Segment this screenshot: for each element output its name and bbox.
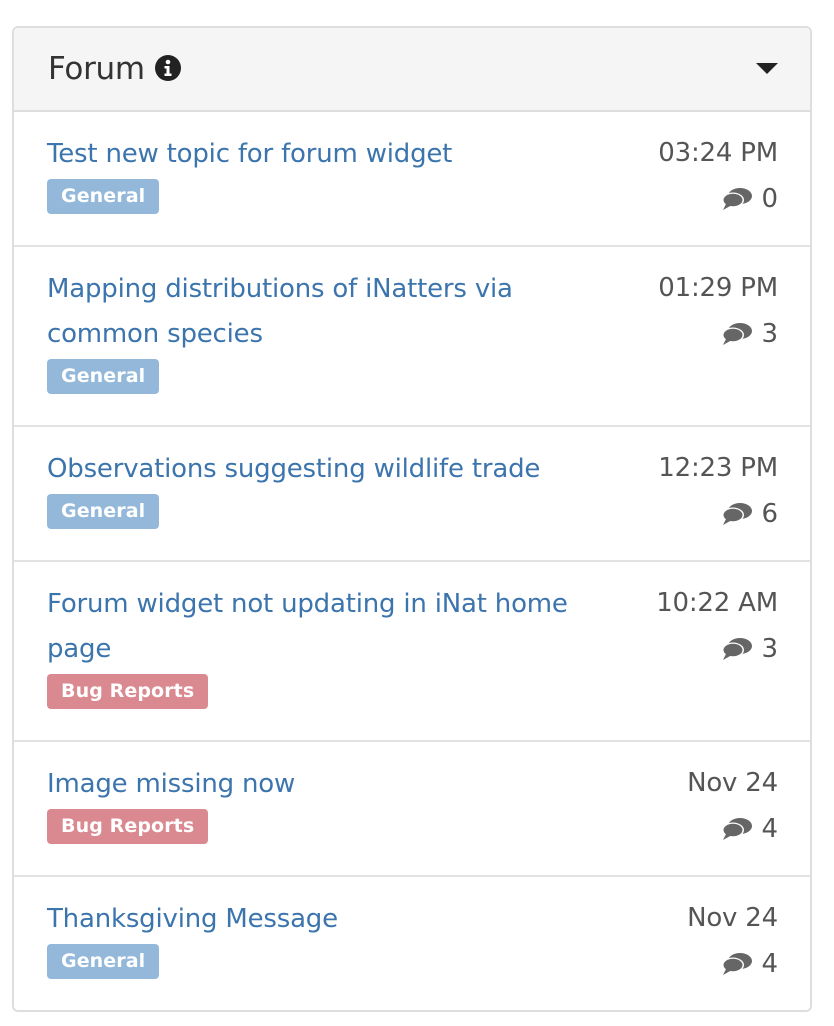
topic-row: Forum widget not updating in iNat home p… — [14, 562, 810, 742]
category-badge[interactable]: General — [47, 944, 160, 979]
reply-count: 0 — [658, 182, 778, 216]
topic-title-link[interactable]: Forum widget not updating in iNat home p… — [47, 582, 607, 672]
topic-meta: 03:24 PM 0 — [658, 136, 778, 216]
topic-meta: 10:22 AM 3 — [656, 586, 778, 666]
reply-count: 4 — [687, 947, 778, 981]
topic-row: Test new topic for forum widget General … — [14, 112, 810, 247]
topic-list: Test new topic for forum widget General … — [14, 112, 810, 1010]
reply-count-value: 6 — [761, 499, 778, 529]
comments-icon — [722, 818, 753, 840]
reply-count-value: 4 — [761, 814, 778, 844]
category-badge[interactable]: General — [47, 359, 160, 394]
widget-title: Forum — [48, 51, 145, 87]
reply-count: 6 — [658, 497, 778, 531]
reply-count-value: 4 — [761, 949, 778, 979]
collapse-toggle-icon[interactable] — [756, 63, 778, 74]
reply-count-value: 3 — [761, 319, 778, 349]
comments-icon — [722, 953, 753, 975]
topic-meta: Nov 24 4 — [687, 766, 778, 846]
reply-count: 4 — [687, 812, 778, 846]
topic-time: 03:24 PM — [658, 138, 778, 168]
topic-time: Nov 24 — [687, 768, 778, 798]
topic-meta: Nov 24 4 — [687, 901, 778, 981]
category-badge[interactable]: Bug Reports — [47, 809, 209, 844]
topic-meta: 01:29 PM 3 — [658, 271, 778, 351]
comments-icon — [722, 503, 753, 525]
topic-row: Image missing now Bug Reports Nov 24 4 — [14, 742, 810, 877]
reply-count-value: 0 — [761, 184, 778, 214]
forum-widget: Forum Test new topic for forum widget Ge… — [12, 26, 812, 1012]
category-badge[interactable]: General — [47, 494, 160, 529]
topic-title-link[interactable]: Test new topic for forum widget — [47, 132, 607, 177]
topic-time: 12:23 PM — [658, 453, 778, 483]
category-badge[interactable]: Bug Reports — [47, 674, 209, 709]
reply-count-value: 3 — [761, 634, 778, 664]
forum-widget-header[interactable]: Forum — [14, 28, 810, 112]
comments-icon — [722, 638, 753, 660]
topic-time: 10:22 AM — [656, 588, 778, 618]
topic-row: Mapping distributions of iNatters via co… — [14, 247, 810, 427]
topic-row: Observations suggesting wildlife trade G… — [14, 427, 810, 562]
reply-count: 3 — [656, 632, 778, 666]
topic-title-link[interactable]: Mapping distributions of iNatters via co… — [47, 267, 607, 357]
topic-title-link[interactable]: Observations suggesting wildlife trade — [47, 447, 607, 492]
info-icon[interactable] — [154, 54, 182, 82]
category-badge[interactable]: General — [47, 179, 160, 214]
topic-time: Nov 24 — [687, 903, 778, 933]
topic-meta: 12:23 PM 6 — [658, 451, 778, 531]
topic-title-link[interactable]: Thanksgiving Message — [47, 897, 607, 942]
topic-time: 01:29 PM — [658, 273, 778, 303]
topic-title-link[interactable]: Image missing now — [47, 762, 607, 807]
comments-icon — [722, 188, 753, 210]
reply-count: 3 — [658, 317, 778, 351]
topic-row: Thanksgiving Message General Nov 24 4 — [14, 877, 810, 1010]
comments-icon — [722, 323, 753, 345]
